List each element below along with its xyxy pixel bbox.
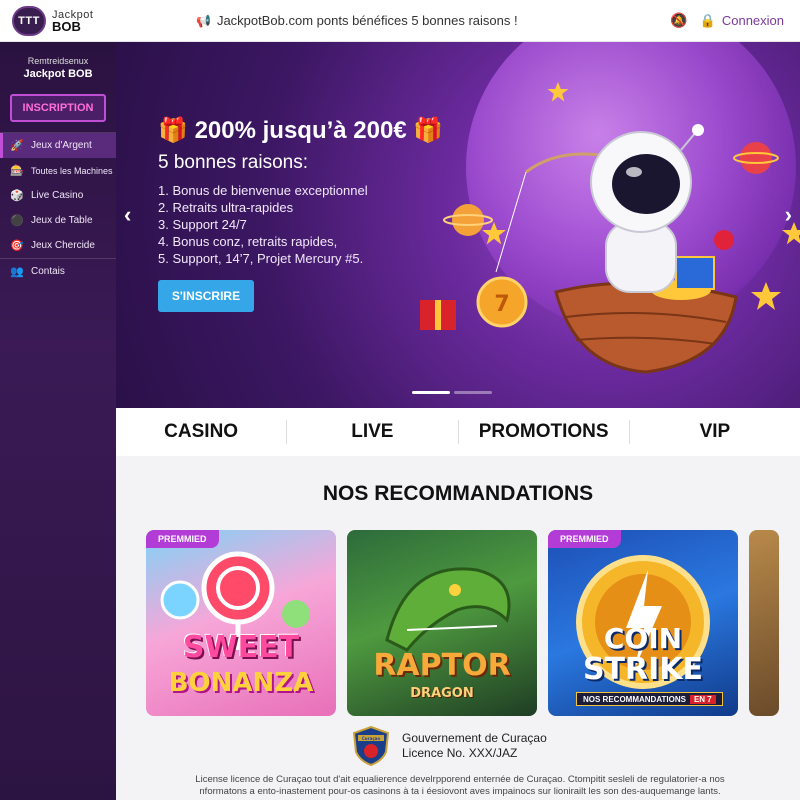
planet-icon xyxy=(740,142,772,174)
login-button[interactable]: 🔒 Connexion xyxy=(700,13,784,29)
license-line: Licence No. XXX/JAZ xyxy=(402,746,518,760)
list-item: 3. Support 24/7 xyxy=(158,217,247,232)
antenna-tip xyxy=(692,124,704,136)
category-tabs: CASINO LIVE PROMOTIONS VIP xyxy=(116,408,800,456)
chip-icon xyxy=(714,230,734,250)
gift-icon: 🎁 xyxy=(158,117,188,144)
game-title: DRAGON xyxy=(410,686,474,701)
hero-title-text: 200% jusqu’à 200€ xyxy=(194,117,407,144)
logo[interactable]: TTT Jackpot BOB xyxy=(12,6,93,36)
hero-title: 🎁 200% jusqu’à 200€ 🎁 xyxy=(158,116,443,145)
game-card-partial[interactable] xyxy=(749,530,779,716)
gift-icon: 🎁 xyxy=(413,117,444,144)
premium-badge: PREMMIED xyxy=(146,530,219,548)
hero-banner: 7 🎁 200% jusqu’à 200€ 🎁 5 bonnes raisons… xyxy=(116,42,800,408)
tab-casino[interactable]: CASINO xyxy=(116,421,286,443)
seal-label: Curaçao xyxy=(362,736,381,741)
boat xyxy=(554,281,738,374)
game-title: STRIKE xyxy=(582,652,704,687)
sidebar-subtitle: Remtreidsenux xyxy=(27,56,89,66)
astronaut-illustration: 7 xyxy=(420,82,800,374)
gift-icon xyxy=(675,256,715,290)
tab-vip[interactable]: VIP xyxy=(630,421,800,443)
game-title: RAPTOR xyxy=(373,648,511,683)
list-item: 1. Bonus de bienvenue exceptionnel xyxy=(158,183,368,198)
dart-icon: 🎯 xyxy=(10,240,24,252)
license-info: Gouvernement de Curaçao Licence No. XXX/… xyxy=(402,731,547,761)
sidebar-item-label: Jeux de Table xyxy=(31,215,93,226)
carousel-dot[interactable] xyxy=(454,391,492,394)
coin-number: 7 xyxy=(494,292,509,317)
sidebar-header: Remtreidsenux Jackpot BOB xyxy=(0,56,116,80)
astronaut-visor xyxy=(612,154,680,214)
sidebar: Remtreidsenux Jackpot BOB INSCRIPTION 🚀 … xyxy=(0,42,116,800)
game-card-raptor-dragon[interactable]: RAPTOR DRAGON xyxy=(347,530,537,716)
register-button[interactable]: INSCRIPTION xyxy=(10,94,106,122)
ribbon-label: NOS RECOMMANDATIONS xyxy=(583,695,686,704)
curacao-seal-icon: Curaçao xyxy=(352,726,390,766)
game-card-sweet-bonanza[interactable]: PREMMIED SWEET BONANZA xyxy=(146,530,336,716)
section-title: NOS RECOMMANDATIONS xyxy=(322,482,594,505)
announcement-text: JackpotBob.com ponts bénéfices 5 bonnes … xyxy=(216,13,518,28)
list-item: 2. Retraits ultra-rapides xyxy=(158,200,294,215)
game-title: SWEET xyxy=(182,630,300,665)
carousel-next-icon[interactable]: › xyxy=(785,202,792,228)
sidebar-item-label: Jeux Chercide xyxy=(31,240,95,251)
announcement: 📢 JackpotBob.com ponts bénéfices 5 bonne… xyxy=(196,13,518,28)
slot-machine-icon: 🎰 xyxy=(10,165,24,177)
logo-text: Jackpot BOB xyxy=(52,9,93,33)
legal-line: License licence de Curaçao tout d'ait eq… xyxy=(195,774,725,785)
carousel-dots xyxy=(412,391,492,394)
sidebar-item-jeux-argent[interactable]: 🚀 Jeux d'Argent xyxy=(0,133,116,158)
planet-icon xyxy=(452,204,484,236)
reasons-list: 1. Bonus de bienvenue exceptionnel 2. Re… xyxy=(158,182,368,267)
ribbon-badge: EN 7 xyxy=(689,695,716,704)
sidebar-item-label: Contais xyxy=(31,266,65,277)
tab-live[interactable]: LIVE xyxy=(287,421,457,443)
star-icon xyxy=(751,282,781,310)
sidebar-item-label: Jeux d'Argent xyxy=(31,140,92,151)
fishing-line xyxy=(495,171,527,273)
star-icon xyxy=(482,222,506,245)
sidebar-item-label: Toutes les Machines xyxy=(31,165,113,176)
logo-badge: TTT xyxy=(12,6,46,36)
tab-promotions[interactable]: PROMOTIONS xyxy=(459,421,629,443)
gift-ribbon xyxy=(435,300,441,330)
sidebar-item-machines[interactable]: 🎰 Toutes les Machines xyxy=(0,158,116,183)
signup-button[interactable]: S'INSCRIRE xyxy=(158,280,254,312)
lock-icon: 🔒 xyxy=(699,12,716,28)
legal-line: nformatons a ento-inastement pour-os cas… xyxy=(199,786,721,797)
sidebar-item-chercide[interactable]: 🎯 Jeux Chercide xyxy=(0,233,116,258)
game-ribbon: NOS RECOMMANDATIONS EN 7 xyxy=(576,692,723,706)
support-icon: 👥 xyxy=(10,266,24,278)
visor-glare xyxy=(626,167,642,177)
top-right-actions: 🔕 🔒 Connexion xyxy=(670,12,784,29)
sidebar-item-live-casino[interactable]: 🎲 Live Casino xyxy=(0,183,116,208)
game-card-coin-strike[interactable]: PREMMIED COIN STRIKE NOS RECOMMANDATIONS… xyxy=(548,530,738,716)
notifications-off-icon[interactable]: 🔕 xyxy=(670,12,687,29)
list-item: 5. Support, 14’7, Projet Mercury #5. xyxy=(158,251,364,266)
legal-text: License licence de Curaçao tout d'ait eq… xyxy=(160,774,760,798)
list-item: 4. Bonus conz, retraits rapides, xyxy=(158,234,338,249)
chip-icon: ⚫ xyxy=(10,215,24,227)
hero-subtitle: 5 bonnes raisons: xyxy=(158,152,308,173)
top-bar: TTT Jackpot BOB 📢 JackpotBob.com ponts b… xyxy=(0,0,800,42)
rocket-icon: 🚀 xyxy=(10,140,24,152)
license-line: Gouvernement de Curaçao xyxy=(402,731,547,745)
login-label: Connexion xyxy=(721,13,784,28)
carousel-prev-icon[interactable]: ‹ xyxy=(124,202,131,228)
carousel-dot[interactable] xyxy=(412,391,450,394)
antenna xyxy=(680,131,697,151)
star-icon xyxy=(547,82,569,102)
sidebar-name: Jackpot BOB xyxy=(23,68,93,80)
sidebar-item-table[interactable]: ⚫ Jeux de Table xyxy=(0,208,116,233)
premium-badge: PREMMIED xyxy=(548,530,621,548)
megaphone-icon: 📢 xyxy=(196,13,211,28)
sidebar-item-contact[interactable]: 👥 Contais xyxy=(0,259,116,284)
logo-line2: BOB xyxy=(52,19,81,34)
game-title: BONANZA xyxy=(168,668,314,698)
live-icon: 🎲 xyxy=(10,190,24,202)
sidebar-item-label: Live Casino xyxy=(31,190,84,201)
game-title: COIN xyxy=(603,622,683,655)
